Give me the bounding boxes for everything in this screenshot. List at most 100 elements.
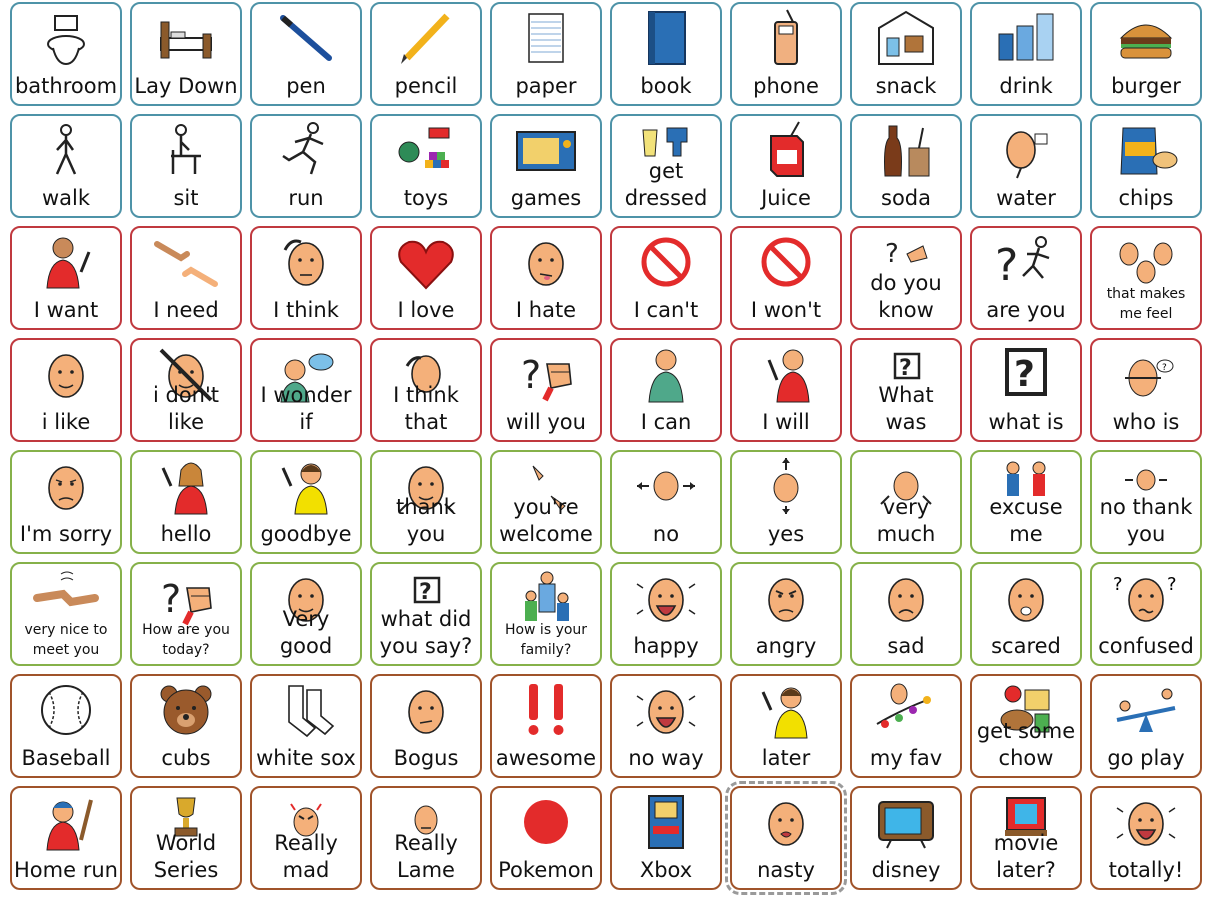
symbol-label: i don't like: [152, 383, 219, 434]
symbol-button[interactable]: drink: [970, 2, 1082, 106]
symbol-button[interactable]: i don't like: [130, 338, 242, 442]
symbol-label: I hate: [515, 298, 577, 322]
symbol-button[interactable]: I hate: [490, 226, 602, 330]
symbol-button[interactable]: Bogus: [370, 674, 482, 778]
sitting-person-icon: [132, 120, 240, 180]
symbol-button[interactable]: hello: [130, 450, 242, 554]
symbol-button[interactable]: i like: [10, 338, 122, 442]
angry-face-icon: [732, 568, 840, 628]
symbol-button[interactable]: I can't: [610, 226, 722, 330]
symbol-button[interactable]: no: [610, 450, 722, 554]
symbol-button[interactable]: sad: [850, 562, 962, 666]
symbol-button[interactable]: ? do you know: [850, 226, 962, 330]
question-box-large-icon: ?: [972, 344, 1080, 404]
symbol-button[interactable]: Home run: [10, 786, 122, 890]
symbol-button[interactable]: soda: [850, 114, 962, 218]
symbol-button[interactable]: Very good: [250, 562, 362, 666]
symbol-label: cubs: [161, 746, 211, 770]
laughing-face-icon: [1092, 792, 1200, 852]
symbol-label: that makes me feel: [1106, 286, 1186, 322]
symbol-button[interactable]: How is your family?: [490, 562, 602, 666]
symbol-button[interactable]: phone: [730, 2, 842, 106]
symbol-button[interactable]: I won't: [730, 226, 842, 330]
symbol-button[interactable]: I think: [250, 226, 362, 330]
symbol-button[interactable]: totally!: [1090, 786, 1202, 890]
symbol-button[interactable]: no way: [610, 674, 722, 778]
bogus-face-icon: [372, 680, 480, 740]
symbol-button[interactable]: goodbye: [250, 450, 362, 554]
symbol-button[interactable]: disney: [850, 786, 962, 890]
symbol-button[interactable]: cubs: [130, 674, 242, 778]
symbol-button[interactable]: walk: [10, 114, 122, 218]
symbol-button[interactable]: Xbox: [610, 786, 722, 890]
symbol-button[interactable]: movie later?: [970, 786, 1082, 890]
symbol-button[interactable]: run: [250, 114, 362, 218]
symbol-button[interactable]: nasty: [725, 781, 847, 895]
snack-icon: [852, 8, 960, 68]
symbol-button[interactable]: Really mad: [250, 786, 362, 890]
symbol-button[interactable]: Juice: [730, 114, 842, 218]
symbol-button[interactable]: I need: [130, 226, 242, 330]
symbol-button[interactable]: I'm sorry: [10, 450, 122, 554]
board-row: I want I need I think I love I hate I can't…: [10, 226, 1202, 330]
symbol-button[interactable]: Really Lame: [370, 786, 482, 890]
symbol-button[interactable]: snack: [850, 2, 962, 106]
symbol-button[interactable]: very nice to meet you: [10, 562, 122, 666]
symbol-button[interactable]: I love: [370, 226, 482, 330]
symbol-button[interactable]: get some chow: [970, 674, 1082, 778]
symbol-button[interactable]: pencil: [370, 2, 482, 106]
sorry-face-icon: [12, 456, 120, 516]
symbol-button[interactable]: Lay Down: [130, 2, 242, 106]
symbol-button[interactable]: you're welcome: [490, 450, 602, 554]
symbol-button[interactable]: angry: [730, 562, 842, 666]
question-runner-icon: ?: [972, 232, 1080, 292]
symbol-button[interactable]: games: [490, 114, 602, 218]
symbol-label: go play: [1107, 746, 1185, 770]
symbol-button[interactable]: happy: [610, 562, 722, 666]
symbol-button[interactable]: I wonder if: [250, 338, 362, 442]
symbol-button[interactable]: excuse me: [970, 450, 1082, 554]
symbol-button[interactable]: paper: [490, 2, 602, 106]
symbol-button[interactable]: that makes me feel: [1090, 226, 1202, 330]
symbol-button[interactable]: I can: [610, 338, 722, 442]
symbol-button[interactable]: ? How are you today?: [130, 562, 242, 666]
symbol-button[interactable]: get dressed: [610, 114, 722, 218]
symbol-button[interactable]: very much: [850, 450, 962, 554]
symbol-button[interactable]: my fav: [850, 674, 962, 778]
symbol-button[interactable]: World Series: [130, 786, 242, 890]
symbol-button[interactable]: ? who is: [1090, 338, 1202, 442]
symbol-button[interactable]: yes: [730, 450, 842, 554]
symbol-button[interactable]: bathroom: [10, 2, 122, 106]
hands-reaching-icon: [132, 232, 240, 292]
symbol-label: Really Lame: [394, 831, 458, 882]
symbol-button[interactable]: ? will you: [490, 338, 602, 442]
symbol-button[interactable]: I will: [730, 338, 842, 442]
symbol-button[interactable]: burger: [1090, 2, 1202, 106]
symbol-button[interactable]: no thank you: [1090, 450, 1202, 554]
symbol-button[interactable]: ? What was: [850, 338, 962, 442]
symbol-button[interactable]: later: [730, 674, 842, 778]
symbol-button[interactable]: pen: [250, 2, 362, 106]
symbol-button[interactable]: ?? confused: [1090, 562, 1202, 666]
symbol-button[interactable]: ? what did you say?: [370, 562, 482, 666]
symbol-button[interactable]: chips: [1090, 114, 1202, 218]
symbol-button[interactable]: scared: [970, 562, 1082, 666]
symbol-button[interactable]: awesome: [490, 674, 602, 778]
symbol-button[interactable]: ? are you: [970, 226, 1082, 330]
burger-icon: [1092, 8, 1200, 68]
symbol-button[interactable]: I want: [10, 226, 122, 330]
symbol-button[interactable]: go play: [1090, 674, 1202, 778]
waving-boy-icon: [252, 456, 360, 516]
symbol-button[interactable]: white sox: [250, 674, 362, 778]
symbol-button[interactable]: book: [610, 2, 722, 106]
symbol-label: games: [510, 186, 582, 210]
symbol-button[interactable]: sit: [130, 114, 242, 218]
symbol-label: totally!: [1108, 858, 1184, 882]
symbol-button[interactable]: toys: [370, 114, 482, 218]
symbol-button[interactable]: I think that: [370, 338, 482, 442]
symbol-button[interactable]: water: [970, 114, 1082, 218]
symbol-button[interactable]: ? what is: [970, 338, 1082, 442]
symbol-button[interactable]: thank you: [370, 450, 482, 554]
symbol-button[interactable]: Baseball: [10, 674, 122, 778]
symbol-button[interactable]: Pokemon: [490, 786, 602, 890]
